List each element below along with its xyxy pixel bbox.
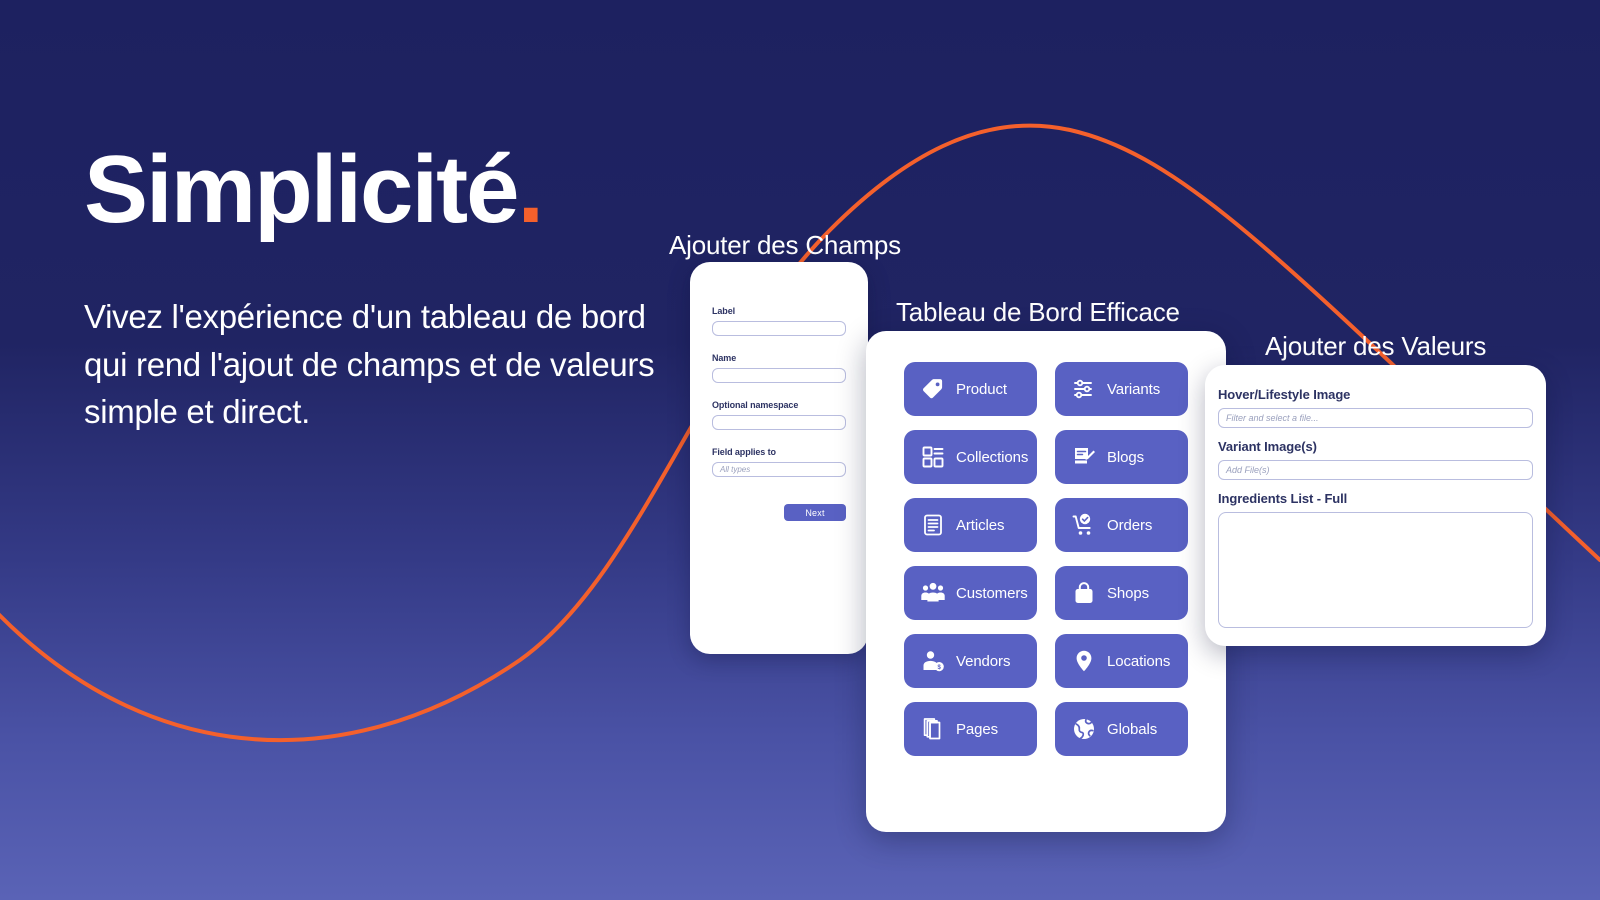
field-group-name: Name — [712, 353, 846, 383]
field-group-ingredients: Ingredients List - Full — [1218, 491, 1533, 628]
sliders-icon — [1072, 377, 1096, 401]
label-field-label: Label — [712, 306, 736, 316]
variant-images-input[interactable]: Add File(s) — [1218, 460, 1533, 480]
grid-icon — [921, 445, 945, 469]
pages-stack-icon — [921, 717, 945, 741]
tile-shops-label: Shops — [1107, 584, 1150, 602]
shopping-bag-icon — [1072, 581, 1096, 605]
tile-locations-label: Locations — [1107, 652, 1171, 670]
add-fields-card: Label Name Optional namespace Field appl… — [690, 262, 868, 654]
tile-globals[interactable]: Globals — [1055, 702, 1188, 756]
applies-to-placeholder: All types — [720, 465, 751, 474]
namespace-input[interactable] — [712, 415, 846, 430]
tile-articles-label: Articles — [956, 516, 1005, 534]
tag-icon — [921, 377, 945, 401]
hover-image-label: Hover/Lifestyle Image — [1218, 387, 1351, 402]
tile-product[interactable]: Product — [904, 362, 1037, 416]
field-group-namespace: Optional namespace — [712, 400, 846, 430]
variant-images-placeholder: Add File(s) — [1226, 465, 1270, 475]
tile-blogs-label: Blogs — [1107, 448, 1145, 466]
dashboard-card-title: Tableau de Bord Efficace — [896, 297, 1180, 327]
field-group-variant-images: Variant Image(s) Add File(s) — [1218, 439, 1533, 480]
ingredients-label: Ingredients List - Full — [1218, 491, 1348, 506]
dashboard-card: Product Variants Collections Blogs Artic… — [866, 331, 1226, 832]
people-icon — [921, 581, 945, 605]
hero-section: Simplicité. Vivez l'expérience d'un tabl… — [84, 139, 684, 436]
page-title-text: Simplicité — [84, 136, 519, 243]
tile-variants[interactable]: Variants — [1055, 362, 1188, 416]
ingredients-textarea[interactable] — [1218, 512, 1533, 628]
hero-subtitle: Vivez l'expérience d'un tableau de bord … — [84, 297, 655, 431]
field-group-applies-to: Field applies to All types — [712, 447, 846, 477]
document-pencil-icon — [1072, 445, 1096, 469]
applies-to-field-label: Field applies to — [712, 447, 776, 457]
tile-pages[interactable]: Pages — [904, 702, 1037, 756]
title-accent-dot: . — [517, 136, 544, 243]
tile-collections-label: Collections — [956, 448, 1029, 466]
page-title: Simplicité. — [84, 139, 684, 241]
tile-vendors-label: Vendors — [956, 652, 1011, 670]
next-button-row: Next — [712, 494, 846, 521]
values-card-title: Ajouter des Valeurs — [1265, 331, 1487, 361]
namespace-field-label: Optional namespace — [712, 400, 799, 410]
shopping-cart-icon — [1072, 513, 1096, 537]
tile-locations[interactable]: Locations — [1055, 634, 1188, 688]
tile-variants-label: Variants — [1107, 380, 1161, 398]
add-values-card: Hover/Lifestyle Image Filter and select … — [1205, 365, 1546, 646]
tile-orders-label: Orders — [1107, 516, 1153, 534]
document-lines-icon — [921, 513, 945, 537]
tile-blogs[interactable]: Blogs — [1055, 430, 1188, 484]
person-badge-icon: $ — [921, 649, 945, 673]
tile-product-label: Product — [956, 380, 1007, 398]
tile-shops[interactable]: Shops — [1055, 566, 1188, 620]
tile-orders[interactable]: Orders — [1055, 498, 1188, 552]
resource-tile-grid: Product Variants Collections Blogs Artic… — [866, 331, 1226, 787]
next-button[interactable]: Next — [784, 504, 846, 521]
tile-pages-label: Pages — [956, 720, 999, 738]
field-group-label: Label — [712, 306, 846, 336]
tile-articles[interactable]: Articles — [904, 498, 1037, 552]
name-field-label: Name — [712, 353, 737, 363]
tile-collections[interactable]: Collections — [904, 430, 1037, 484]
tile-customers-label: Customers — [956, 584, 1028, 602]
field-group-hover-image: Hover/Lifestyle Image Filter and select … — [1218, 387, 1533, 428]
map-pin-icon — [1072, 649, 1096, 673]
tile-globals-label: Globals — [1107, 720, 1158, 738]
variant-images-label: Variant Image(s) — [1218, 439, 1317, 454]
name-input[interactable] — [712, 368, 846, 383]
tile-vendors[interactable]: $ Vendors — [904, 634, 1037, 688]
label-input[interactable] — [712, 321, 846, 336]
fields-card-title: Ajouter des Champs — [669, 230, 901, 260]
applies-to-select[interactable]: All types — [712, 462, 846, 477]
globe-icon — [1072, 717, 1096, 741]
tile-customers[interactable]: Customers — [904, 566, 1037, 620]
hover-image-placeholder: Filter and select a file... — [1226, 413, 1319, 423]
hover-image-input[interactable]: Filter and select a file... — [1218, 408, 1533, 428]
